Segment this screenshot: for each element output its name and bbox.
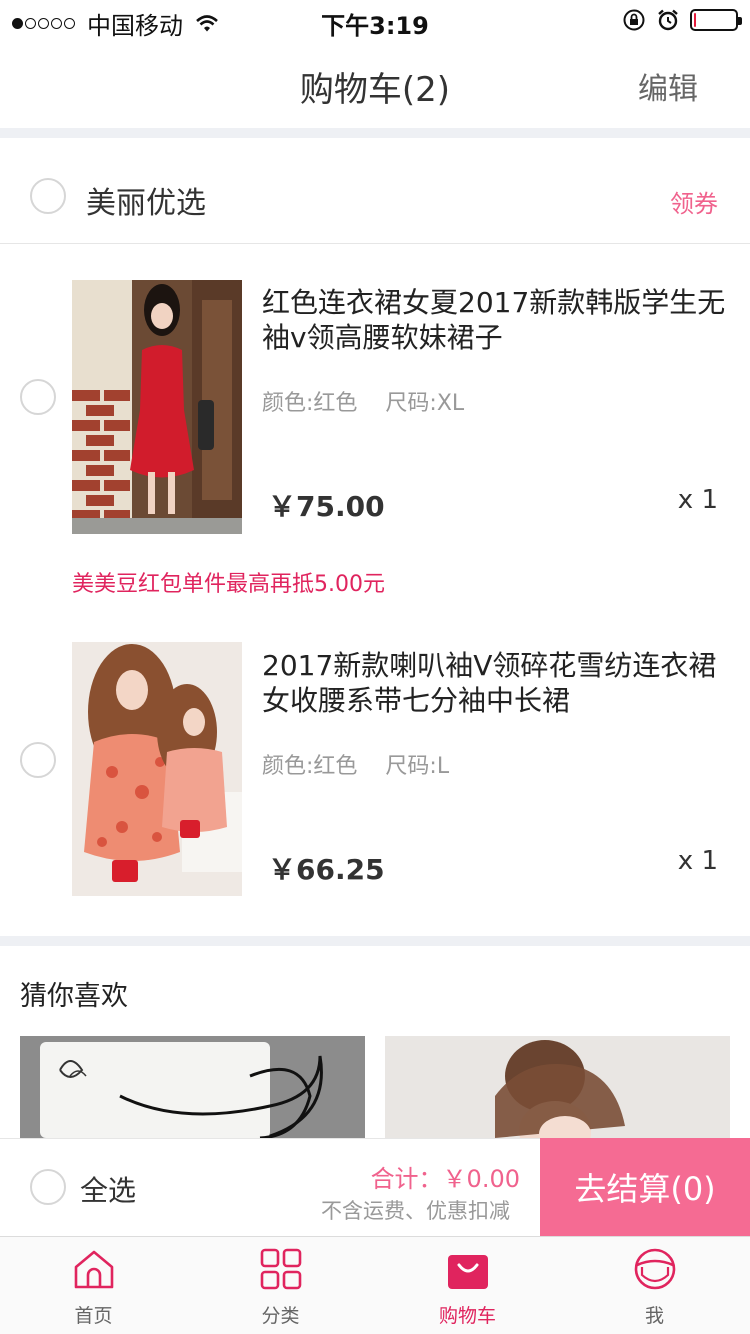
product-color: 颜色:红色 [262, 391, 358, 416]
tab-label: 购物车 [438, 1305, 496, 1327]
battery-level [694, 13, 696, 27]
profile-icon [634, 1248, 676, 1290]
promo-text: 美美豆红包单件最高再抵5.00元 [72, 572, 385, 597]
cart-item[interactable]: 红色连衣裙女夏2017新款韩版学生无袖v领高腰软妹裙子 颜色:红色 尺码:XL ￥… [0, 245, 750, 555]
coupon-button[interactable]: 领券 [670, 184, 718, 219]
item-select-radio[interactable] [20, 742, 56, 778]
product-quantity[interactable]: x 1 [678, 846, 718, 876]
tab-home[interactable]: 首页 [0, 1237, 187, 1334]
tab-label: 首页 [74, 1305, 113, 1327]
tab-cart[interactable]: 购物车 [374, 1237, 561, 1334]
cart-item[interactable]: 2017新款喇叭袖V领碎花雪纺连衣裙女收腰系带七分袖中长裙 颜色:红色 尺码:L … [0, 608, 750, 928]
tab-label: 分类 [261, 1305, 300, 1327]
product-size: 尺码:XL [385, 391, 465, 416]
tab-bar: 首页 分类 购物车 我 [0, 1236, 750, 1334]
product-spec: 颜色:红色 尺码:L [262, 748, 449, 780]
product-size: 尺码:L [385, 754, 450, 779]
store-header: 美丽优选 领券 [0, 138, 750, 244]
alarm-icon [658, 9, 678, 31]
total-note: 不含运费、优惠扣减 [321, 1199, 510, 1223]
store-select-radio[interactable] [30, 178, 66, 214]
product-image[interactable] [72, 280, 242, 534]
orientation-lock-icon [623, 9, 645, 31]
product-spec: 颜色:红色 尺码:XL [262, 385, 464, 417]
recommend-item[interactable] [385, 1036, 730, 1138]
product-image[interactable] [72, 642, 242, 896]
select-all-label[interactable]: 全选 [80, 1169, 136, 1209]
status-right [622, 8, 742, 32]
item-select-radio[interactable] [20, 379, 56, 415]
product-color: 颜色:红色 [262, 754, 358, 779]
product-price: ￥75.00 [268, 490, 385, 523]
status-bar: 中国移动 下午3:19 [0, 0, 750, 40]
category-icon [260, 1248, 302, 1290]
section-divider [0, 936, 750, 946]
nav-bar: 购物车(2) 编辑 [0, 40, 750, 128]
tab-category[interactable]: 分类 [187, 1237, 374, 1334]
recommend-title: 猜你喜欢 [20, 981, 128, 1012]
tab-label: 我 [644, 1305, 664, 1327]
store-name[interactable]: 美丽优选 [86, 178, 206, 222]
product-title[interactable]: 2017新款喇叭袖V领碎花雪纺连衣裙女收腰系带七分袖中长裙 [262, 648, 732, 718]
home-icon [74, 1250, 114, 1289]
product-title[interactable]: 红色连衣裙女夏2017新款韩版学生无袖v领高腰软妹裙子 [262, 285, 732, 355]
checkout-bar: 全选 合计：￥0.00 不含运费、优惠扣减 去结算(0) [0, 1138, 750, 1236]
cart-bag-icon [448, 1255, 488, 1289]
select-all-radio[interactable] [30, 1169, 66, 1205]
edit-button[interactable]: 编辑 [638, 64, 698, 108]
checkout-button[interactable]: 去结算(0) [540, 1138, 750, 1236]
recommend-item[interactable] [20, 1036, 365, 1138]
product-price: ￥66.25 [268, 853, 385, 886]
product-quantity[interactable]: x 1 [678, 485, 718, 515]
battery-icon [690, 9, 742, 31]
section-divider [0, 128, 750, 138]
total-amount: 合计：￥0.00 [370, 1165, 520, 1193]
tab-profile[interactable]: 我 [561, 1237, 748, 1334]
